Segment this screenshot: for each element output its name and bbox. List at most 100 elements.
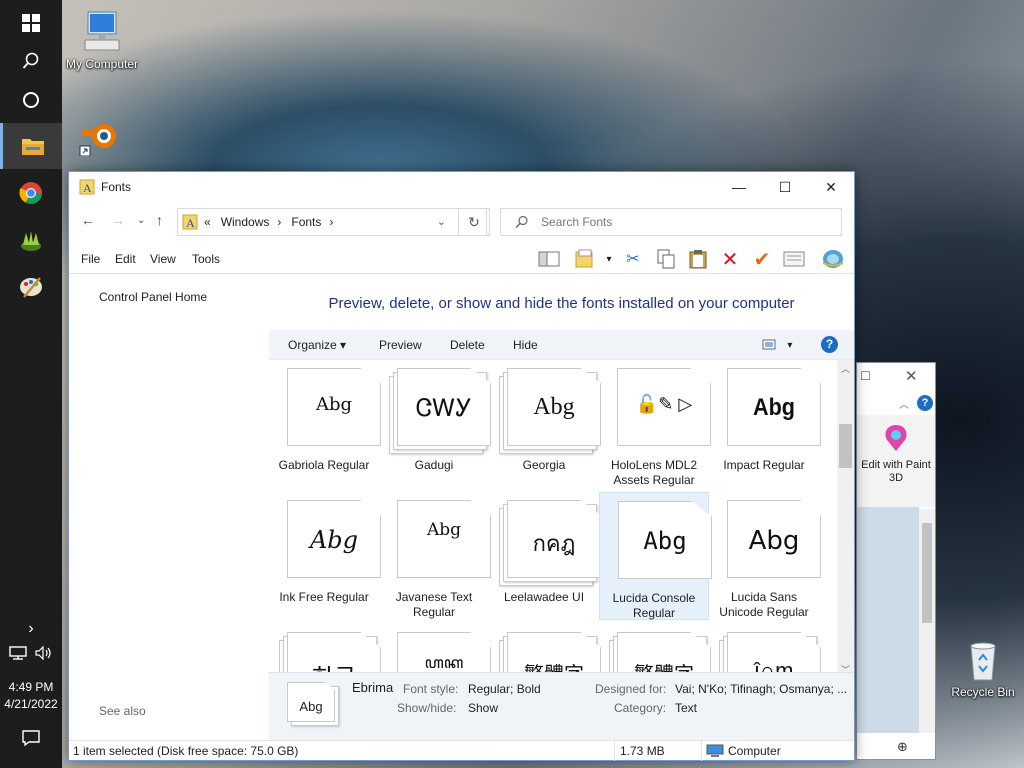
- status-bar: 1 item selected (Disk free space: 75.0 G…: [69, 740, 854, 761]
- address-dropdown-chevron-icon[interactable]: ⌄: [437, 215, 446, 228]
- preview-pane-icon[interactable]: [537, 248, 561, 270]
- font-document-icon: Abg: [727, 368, 821, 446]
- font-style-value: Regular; Bold: [468, 682, 541, 696]
- font-style-label: Font style:: [403, 682, 459, 696]
- show-hide-value: Show: [468, 701, 499, 715]
- font-tile-row3-4[interactable]: 繁體字: [599, 624, 711, 678]
- search-box[interactable]: Search Fonts: [500, 208, 842, 236]
- command-bar: Organize ▾ Preview Delete Hide ▾ ?: [269, 330, 854, 360]
- breadcrumb-windows[interactable]: Windows: [221, 215, 270, 229]
- menu-tools[interactable]: Tools: [192, 252, 220, 266]
- window-controls: — ☐ ✕: [716, 172, 854, 202]
- background-window[interactable]: ☐ ✕ ︿ ? Edit with Paint 3D ⊕: [856, 362, 936, 760]
- desktop-icon-recycle-bin[interactable]: Recycle Bin: [946, 638, 1020, 699]
- desktop-icon-blender[interactable]: [76, 116, 126, 172]
- properties-icon[interactable]: [782, 248, 806, 270]
- view-icon: [762, 339, 776, 350]
- font-tile-gabriola[interactable]: Abg Gabriola Regular: [269, 360, 381, 488]
- scrollbar-thumb[interactable]: [839, 424, 852, 468]
- desktop-icon-my-computer[interactable]: My Computer: [64, 10, 140, 71]
- computer-icon: [706, 744, 724, 757]
- change-view-button[interactable]: ▾: [762, 339, 792, 353]
- content-pane: Preview, delete, or show and hide the fo…: [269, 274, 854, 742]
- vertical-scrollbar[interactable]: ︿ ﹀: [837, 360, 854, 678]
- menu-file[interactable]: File: [81, 252, 100, 266]
- breadcrumb-fonts[interactable]: Fonts: [291, 215, 321, 229]
- font-name: Gabriola Regular: [278, 458, 370, 472]
- font-sample: Abg: [309, 526, 359, 554]
- close-icon[interactable]: ✕: [905, 367, 918, 385]
- search-icon: [22, 52, 39, 69]
- font-sample: Abg: [315, 394, 353, 415]
- recent-locations-chevron-icon[interactable]: ⌄: [137, 215, 145, 226]
- font-tile-impact[interactable]: Abg Impact Regular: [709, 360, 821, 488]
- network-icon[interactable]: [9, 646, 28, 660]
- delete-button[interactable]: Delete: [450, 338, 485, 352]
- cortana-button[interactable]: [0, 77, 62, 123]
- minimize-button[interactable]: —: [716, 172, 762, 202]
- help-icon[interactable]: ?: [821, 336, 838, 353]
- scroll-up-chevron-icon[interactable]: ︿: [841, 362, 850, 375]
- up-arrow-icon[interactable]: ↑: [156, 212, 163, 228]
- font-tile-lucida-sans-unicode[interactable]: Abg Lucida Sans Unicode Regular: [709, 492, 821, 620]
- views-menu-icon[interactable]: [573, 248, 597, 270]
- internet-explorer-icon[interactable]: [821, 248, 845, 270]
- view-dropdown-chevron-icon[interactable]: ▾: [787, 340, 792, 351]
- action-center-button[interactable]: [0, 730, 62, 749]
- paste-icon[interactable]: [686, 248, 710, 270]
- volume-icon[interactable]: [35, 645, 53, 661]
- vertical-scrollbar[interactable]: [919, 509, 935, 733]
- menu-edit[interactable]: Edit: [115, 252, 136, 266]
- delete-icon[interactable]: ✕: [718, 248, 742, 271]
- back-arrow-icon[interactable]: ←: [81, 212, 95, 228]
- see-also-label: See also: [99, 704, 146, 718]
- maximize-button[interactable]: ☐: [762, 172, 808, 202]
- refresh-icon: ↻: [468, 213, 480, 230]
- clock-time[interactable]: 4:49 PM: [0, 680, 62, 694]
- scrollbar-thumb[interactable]: [922, 523, 932, 623]
- breadcrumb-overflow[interactable]: «: [204, 215, 211, 229]
- breadcrumb-separator[interactable]: ›: [277, 215, 281, 229]
- organize-button[interactable]: Organize ▾: [288, 338, 346, 352]
- control-panel-home-link[interactable]: Control Panel Home: [99, 290, 207, 304]
- font-grid: Abg Gabriola Regular ᏣᎳᎩ Gadugi Abg Geor…: [269, 360, 836, 678]
- paint3d-action[interactable]: Edit with Paint 3D: [857, 415, 935, 507]
- status-selection: 1 item selected (Disk free space: 75.0 G…: [73, 744, 299, 758]
- forward-arrow-icon[interactable]: →: [111, 212, 125, 228]
- close-button[interactable]: ✕: [808, 172, 854, 202]
- checkmark-icon[interactable]: ✔: [750, 248, 774, 271]
- font-tile-lucida-console[interactable]: Abg Lucida Console Regular: [599, 492, 712, 620]
- cut-icon[interactable]: ✂: [621, 248, 645, 270]
- font-tile-georgia[interactable]: Abg Georgia: [489, 360, 601, 488]
- breadcrumb-separator[interactable]: ›: [329, 215, 333, 229]
- font-tile-javanese-text[interactable]: Abg Javanese Text Regular: [379, 492, 491, 620]
- hide-button[interactable]: Hide: [513, 338, 538, 352]
- views-dropdown-chevron-icon[interactable]: ▾: [597, 248, 621, 270]
- show-hidden-icons-chevron-icon[interactable]: ›: [0, 620, 62, 638]
- font-tile-gadugi[interactable]: ᏣᎳᎩ Gadugi: [379, 360, 491, 488]
- font-tile-malgun[interactable]: 한글: [269, 624, 381, 678]
- clock-date[interactable]: 4/21/2022: [0, 697, 62, 711]
- collapse-ribbon-chevron-icon[interactable]: ︿: [899, 396, 909, 411]
- preview-button[interactable]: Preview: [379, 338, 422, 352]
- font-tile-row3-5[interactable]: ĵ∩m: [709, 624, 821, 678]
- address-bar[interactable]: A « Windows › Fonts › ⌄: [177, 208, 487, 236]
- font-tile-leelawadee[interactable]: กคฎ Leelawadee UI: [489, 492, 601, 620]
- font-name: HoloLens MDL2 Assets Regular: [610, 458, 698, 487]
- font-family-document-icon: Abg: [499, 368, 601, 454]
- status-divider: [614, 741, 615, 761]
- zoom-in-icon[interactable]: ⊕: [897, 739, 908, 755]
- taskbar-paint[interactable]: [0, 264, 62, 310]
- font-tile-row3-2[interactable]: ꦲꦏ: [379, 624, 491, 678]
- menu-view[interactable]: View: [150, 252, 176, 266]
- font-tile-row3-3[interactable]: 繁體字: [489, 624, 601, 678]
- maximize-icon[interactable]: ☐: [860, 369, 871, 383]
- taskbar-file-explorer[interactable]: [0, 123, 62, 169]
- refresh-button[interactable]: ↻: [458, 208, 490, 236]
- taskbar-plant-app[interactable]: [0, 218, 62, 264]
- font-tile-hololens[interactable]: 🔓✎ ▷ HoloLens MDL2 Assets Regular: [599, 360, 711, 488]
- help-icon[interactable]: ?: [917, 395, 933, 411]
- taskbar-chrome[interactable]: [0, 170, 62, 216]
- font-tile-ink-free[interactable]: Abg Ink Free Regular: [269, 492, 381, 620]
- copy-icon[interactable]: [654, 248, 678, 270]
